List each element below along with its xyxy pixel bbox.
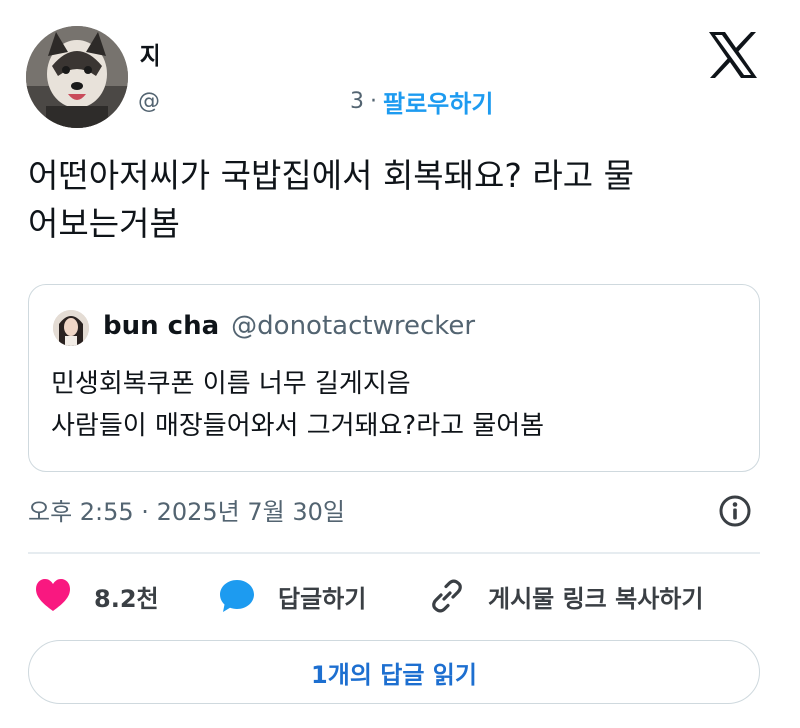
reply-button[interactable]: 답글하기	[218, 574, 366, 618]
x-logo-icon[interactable]	[707, 30, 759, 80]
heart-icon	[36, 579, 70, 611]
quoted-tweet[interactable]: bun cha @donotactwrecker 민생회복쿠폰 이름 너무 길게…	[28, 284, 760, 472]
copy-link-button[interactable]: 게시물 링크 복사하기	[428, 574, 703, 618]
like-button[interactable]: 8.2천	[34, 574, 159, 618]
copy-link-label: 게시물 링크 복사하기	[488, 584, 704, 613]
quoted-text: 민생회복쿠폰 이름 너무 길게지음 사람들이 매장들어와서 그거돼요?라고 물어…	[51, 363, 544, 447]
quoted-header: bun cha @donotactwrecker	[103, 311, 475, 341]
separator-dot: ·	[370, 88, 377, 114]
follow-button[interactable]: 팔로우하기	[383, 84, 493, 119]
info-icon[interactable]	[718, 494, 752, 528]
author-handle[interactable]: @	[138, 89, 160, 114]
tweet-timestamp[interactable]: 오후 2:55 · 2025년 7월 30일	[28, 492, 345, 527]
quoted-text-line: 사람들이 매장들어와서 그거돼요?라고 물어봄	[51, 411, 545, 441]
tweet-text-line: 어떤아저씨가 국밥집에서 회복돼요? 라고 물	[28, 156, 634, 195]
tweet-text: 어떤아저씨가 국밥집에서 회복돼요? 라고 물 어보는거봄	[28, 152, 768, 248]
like-count: 8.2천	[94, 584, 159, 613]
author-avatar[interactable]	[26, 26, 128, 128]
quoted-author-avatar	[53, 310, 89, 346]
dog-avatar-image	[26, 26, 128, 128]
person-avatar-image	[53, 310, 89, 346]
speech-bubble-icon	[220, 580, 254, 612]
author-handle-row: @ 3 · 팔로우하기	[138, 84, 493, 118]
divider	[28, 552, 760, 554]
quoted-author-handle: @donotactwrecker	[231, 311, 476, 341]
reply-label: 답글하기	[278, 584, 367, 613]
read-replies-button[interactable]: 1개의 답글 읽기	[28, 640, 760, 704]
quoted-author-name: bun cha	[103, 311, 220, 341]
tweet-text-line: 어보는거봄	[28, 204, 180, 243]
tweet-card: 자 @ 3 · 팔로우하기 어떤아저씨가 국밥집에서 회복돼요? 라고 물 어보…	[0, 0, 800, 728]
quoted-text-line: 민생회복쿠폰 이름 너무 길게지음	[51, 369, 411, 399]
link-icon	[432, 579, 462, 613]
author-handle-suffix: 3	[350, 88, 364, 114]
